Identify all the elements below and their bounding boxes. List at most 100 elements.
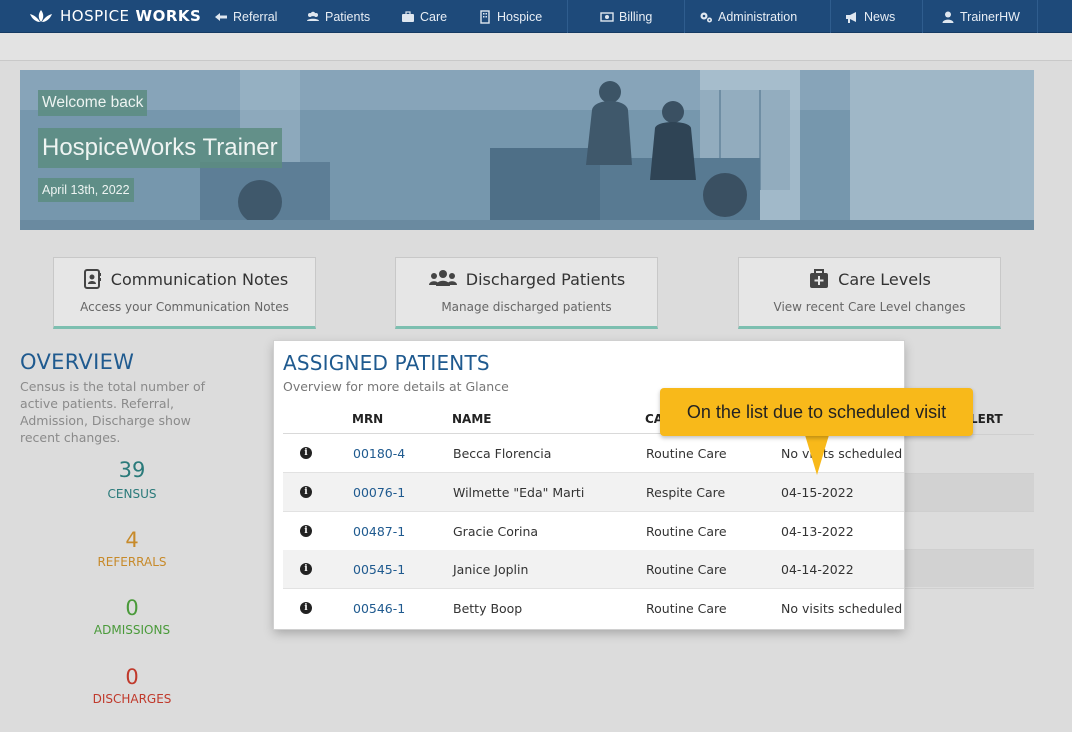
discharges-label: DISCHARGES: [92, 692, 172, 706]
care-level: Respite Care: [646, 485, 726, 500]
card-subtitle: View recent Care Level changes: [773, 300, 966, 314]
nav-divider: [922, 0, 923, 33]
column-header-mrn[interactable]: MRN: [352, 412, 383, 426]
nav-user-menu[interactable]: TrainerHW: [941, 0, 1020, 33]
census-label: CENSUS: [107, 487, 157, 501]
top-navbar: HOSPICE WORKS Referral Patients Care Hos…: [0, 0, 1072, 33]
money-icon: [600, 11, 614, 22]
table-row[interactable]: i 00487-1 Gracie Corina Routine Care 04-…: [283, 512, 904, 551]
nav-divider: [567, 0, 568, 33]
patient-mrn-link[interactable]: 00180-4: [353, 446, 405, 461]
card-title: Discharged Patients: [465, 269, 626, 289]
referrals-count[interactable]: 4: [20, 528, 244, 552]
nav-care-label: Care: [420, 9, 448, 24]
medkit-icon: [810, 269, 829, 288]
nav-patients-label: Patients: [325, 9, 371, 24]
table-row[interactable]: i 00546-1 Betty Boop Routine Care No vis…: [283, 589, 904, 628]
card-title-row: Care Levels: [739, 268, 1000, 290]
table-row[interactable]: i 00076-1 Wilmette "Eda" Marti Respite C…: [283, 473, 904, 512]
user-display-name: HospiceWorks Trainer: [38, 128, 282, 168]
discharged-patients-card[interactable]: Discharged Patients Manage discharged pa…: [395, 257, 658, 329]
current-date: April 13th, 2022: [38, 178, 134, 202]
brand-logo[interactable]: HOSPICE WORKS: [28, 6, 201, 26]
card-title: Communication Notes: [110, 269, 289, 289]
overview-description: Census is the total number of active pat…: [20, 379, 206, 445]
care-level: Routine Care: [646, 562, 727, 577]
admissions-count[interactable]: 0: [20, 596, 244, 620]
nav-care[interactable]: Care: [401, 0, 447, 33]
next-visit: 04-15-2022: [781, 485, 854, 500]
nav-news[interactable]: News: [845, 0, 895, 33]
info-icon[interactable]: i: [300, 602, 312, 614]
welcome-banner: Welcome back HospiceWorks Trainer April …: [20, 70, 1034, 230]
patient-mrn-link[interactable]: 00546-1: [353, 601, 405, 616]
patient-name: Betty Boop: [453, 601, 523, 616]
info-icon[interactable]: i: [300, 525, 312, 537]
patient-name: Wilmette "Eda" Marti: [453, 485, 585, 500]
nav-billing[interactable]: Billing: [600, 0, 652, 33]
briefcase-icon: [402, 10, 414, 22]
patient-name: Janice Joplin: [453, 562, 529, 577]
column-header-name[interactable]: NAME: [452, 412, 491, 426]
lotus-logo-icon: [30, 10, 52, 22]
nav-administration[interactable]: Administration: [699, 0, 797, 33]
patient-mrn-link[interactable]: 00545-1: [353, 562, 405, 577]
info-icon[interactable]: i: [300, 486, 312, 498]
referral-icon: [215, 12, 227, 21]
patient-name: Gracie Corina: [453, 524, 539, 539]
next-visit: No visits scheduled: [781, 446, 903, 461]
nav-referral-label: Referral: [233, 9, 278, 24]
alert-column-header: LERT: [970, 412, 1003, 426]
nav-billing-label: Billing: [619, 9, 653, 24]
megaphone-icon: [846, 11, 856, 23]
welcome-label: Welcome back: [38, 90, 148, 116]
nav-referral[interactable]: Referral: [214, 0, 277, 33]
nav-divider: [1037, 0, 1038, 33]
discharges-count[interactable]: 0: [20, 665, 244, 689]
overview-title: OVERVIEW: [20, 350, 135, 374]
scheduled-visit-tooltip: On the list due to scheduled visit: [660, 388, 973, 436]
card-title-row: Communication Notes: [54, 268, 315, 290]
care-level: Routine Care: [646, 446, 727, 461]
nav-divider: [830, 0, 831, 33]
care-level: Routine Care: [646, 601, 727, 616]
next-visit: No visits scheduled: [781, 601, 903, 616]
brand-name-light: HOSPICE: [60, 7, 130, 25]
communication-notes-card[interactable]: Communication Notes Access your Communic…: [53, 257, 316, 329]
admissions-label: ADMISSIONS: [93, 623, 171, 637]
nav-administration-label: Administration: [718, 9, 798, 24]
census-count[interactable]: 39: [20, 458, 244, 482]
table-row[interactable]: i 00545-1 Janice Joplin Routine Care 04-…: [283, 550, 904, 589]
next-visit: 04-14-2022: [781, 562, 854, 577]
assigned-patients-title: ASSIGNED PATIENTS: [283, 351, 490, 375]
assigned-patients-panel: ASSIGNED PATIENTS Overview for more deta…: [274, 341, 904, 629]
nav-hospice-label: Hospice: [497, 9, 543, 24]
card-subtitle: Manage discharged patients: [441, 300, 612, 314]
patient-mrn-link[interactable]: 00076-1: [353, 485, 405, 500]
nav-divider: [684, 0, 685, 33]
sub-toolbar: [0, 33, 1072, 61]
care-levels-card[interactable]: Care Levels View recent Care Level chang…: [738, 257, 1001, 329]
next-visit: 04-13-2022: [781, 524, 854, 539]
patients-icon: [307, 11, 319, 21]
building-icon: [480, 9, 490, 24]
brand-name-bold: WORKS: [135, 7, 202, 25]
user-icon: [942, 11, 954, 23]
nav-user-label: TrainerHW: [960, 9, 1020, 24]
card-title-row: Discharged Patients: [396, 268, 657, 290]
patient-name: Becca Florencia: [453, 446, 552, 461]
card-subtitle: Access your Communication Notes: [80, 300, 289, 314]
info-icon[interactable]: i: [300, 563, 312, 575]
users-icon: [428, 270, 457, 286]
cogs-icon: [700, 12, 712, 22]
nav-news-label: News: [864, 9, 896, 24]
nav-patients[interactable]: Patients: [306, 0, 370, 33]
assigned-patients-subtitle: Overview for more details at Glance: [283, 379, 509, 394]
address-book-icon: [83, 269, 101, 289]
referrals-label: REFERRALS: [97, 555, 167, 569]
patient-mrn-link[interactable]: 00487-1: [353, 524, 405, 539]
card-title: Care Levels: [838, 269, 931, 289]
nav-hospice[interactable]: Hospice: [478, 0, 542, 33]
care-level: Routine Care: [646, 524, 727, 539]
info-icon[interactable]: i: [300, 447, 312, 459]
